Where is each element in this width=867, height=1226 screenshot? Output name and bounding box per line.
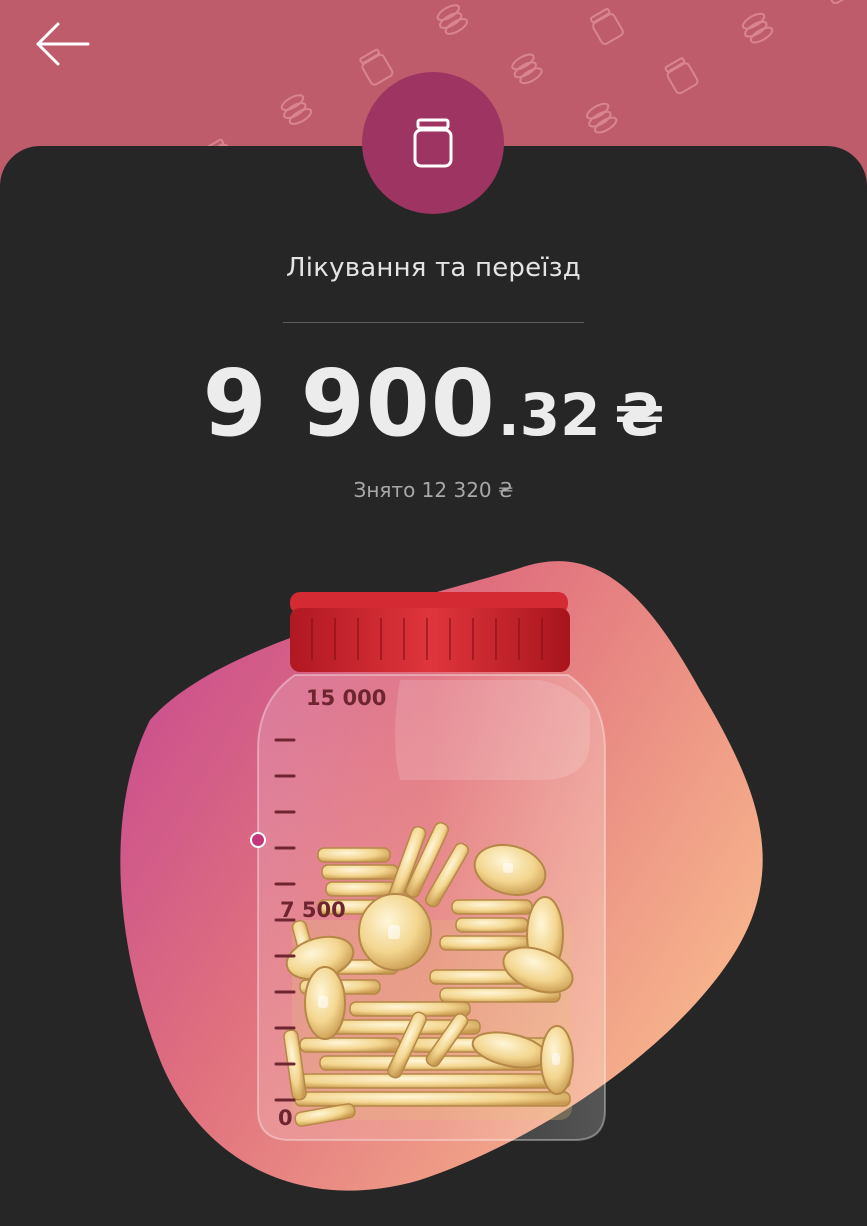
balance-cents: .32	[497, 381, 601, 449]
title-divider	[283, 322, 584, 323]
back-button[interactable]	[30, 18, 94, 70]
goal-balance: 9 900.32 ₴	[0, 350, 867, 457]
current-level-marker	[250, 832, 266, 848]
goal-title: Лікування та переїзд	[286, 253, 581, 283]
balance-integer: 9 900	[202, 350, 496, 457]
scale-label-mid: 7 500	[280, 898, 346, 922]
jar-illustration	[120, 561, 763, 1191]
withdrawn-amount: Знято 12 320 ₴	[353, 478, 514, 502]
coin-pile	[283, 822, 574, 1127]
arrow-left-icon	[36, 22, 90, 66]
scale-label-max: 15 000	[306, 686, 387, 710]
goal-icon-badge	[362, 72, 504, 214]
currency-sign: ₴	[614, 381, 665, 449]
jar-lid	[290, 592, 570, 672]
jar-icon	[413, 118, 453, 168]
scale-label-zero: 0	[278, 1106, 293, 1130]
